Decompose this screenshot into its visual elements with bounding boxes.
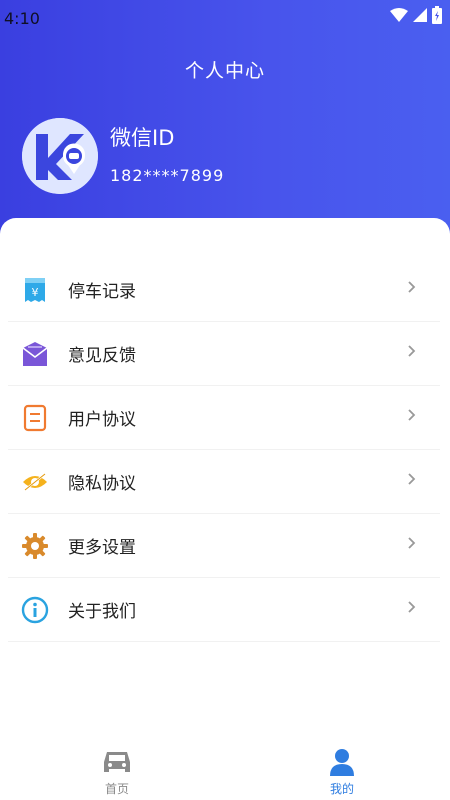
profile-header: 4:10 个人中心 微信ID 182****7899 [0, 0, 450, 250]
chevron-right-icon [408, 601, 416, 613]
menu-item-more-settings[interactable]: 更多设置 [8, 514, 440, 578]
menu-item-label: 意见反馈 [68, 346, 136, 366]
chevron-right-icon [408, 409, 416, 421]
chevron-right-icon [408, 473, 416, 485]
menu-item-parking-records[interactable]: ¥ 停车记录 [8, 258, 440, 322]
bottom-tab-bar: 首页 我的 [0, 738, 450, 800]
menu-item-label: 用户协议 [68, 410, 136, 430]
eye-hidden-icon [20, 467, 50, 497]
menu-item-label: 隐私协议 [68, 474, 136, 494]
tab-label: 首页 [104, 782, 129, 796]
user-icon [330, 749, 354, 776]
signal-icon [413, 8, 427, 22]
envelope-icon [20, 339, 50, 369]
status-icons [390, 5, 442, 25]
profile-name: 微信ID [110, 126, 175, 150]
menu-item-label: 停车记录 [68, 282, 136, 302]
profile-phone: 182****7899 [110, 166, 225, 185]
document-icon [20, 403, 50, 433]
battery-icon [432, 6, 442, 24]
menu-card: ¥ 停车记录 意见反馈 用户协议 隐私协议 更多设置 关于我们 [0, 218, 450, 758]
receipt-yen-icon: ¥ [20, 275, 50, 305]
wifi-icon [390, 8, 408, 22]
tab-home[interactable]: 首页 [57, 738, 177, 800]
svg-text:¥: ¥ [32, 286, 39, 299]
tab-label: 我的 [329, 782, 354, 796]
menu-item-about-us[interactable]: 关于我们 [8, 578, 440, 642]
logo-icon [22, 118, 98, 194]
menu-item-label: 更多设置 [68, 538, 136, 558]
avatar[interactable] [22, 118, 98, 194]
chevron-right-icon [408, 345, 416, 357]
gear-icon [20, 531, 50, 561]
menu-item-privacy-agreement[interactable]: 隐私协议 [8, 450, 440, 514]
chevron-right-icon [408, 281, 416, 293]
car-icon [104, 752, 130, 772]
menu-item-user-agreement[interactable]: 用户协议 [8, 386, 440, 450]
menu-list: ¥ 停车记录 意见反馈 用户协议 隐私协议 更多设置 关于我们 [8, 258, 440, 642]
tab-mine[interactable]: 我的 [282, 738, 402, 800]
info-icon [20, 595, 50, 625]
page-title: 个人中心 [184, 60, 265, 82]
menu-item-label: 关于我们 [68, 602, 136, 622]
chevron-right-icon [408, 537, 416, 549]
status-bar: 4:10 [0, 0, 450, 34]
status-time: 4:10 [4, 9, 40, 28]
menu-item-feedback[interactable]: 意见反馈 [8, 322, 440, 386]
